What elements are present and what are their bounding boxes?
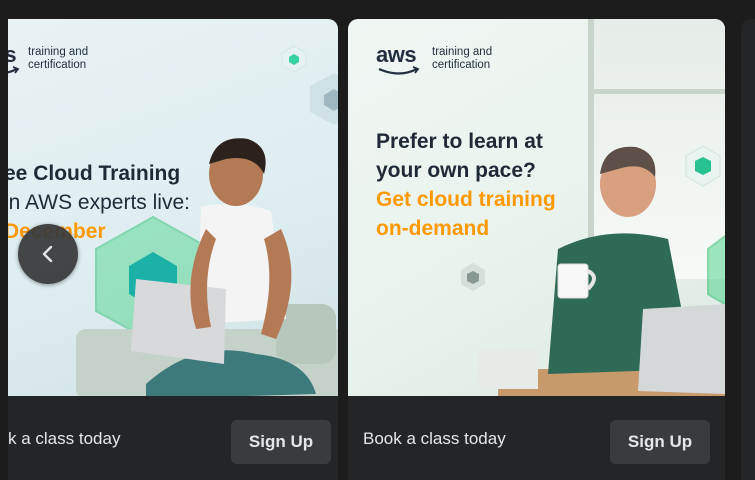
sign-up-button[interactable]: Sign Up — [610, 420, 710, 464]
person-with-laptop-illustration — [76, 138, 338, 396]
logo-tagline-2: certification — [28, 59, 87, 71]
sign-up-button[interactable]: Sign Up — [231, 420, 331, 464]
person-with-coffee-illustration — [478, 146, 725, 396]
card-footer-title: k a class today — [8, 429, 121, 448]
ad-card[interactable] — [741, 19, 755, 480]
carousel-prev-button[interactable] — [18, 224, 78, 284]
ad-card[interactable]: aws training and certification Prefer to… — [348, 19, 725, 480]
aws-logo: aws training and certification — [8, 44, 88, 78]
logo-tagline-2: certification — [432, 59, 491, 71]
ad-image[interactable]: aws training and certification — [8, 19, 338, 396]
window-frame — [588, 89, 725, 94]
ad-carousel: aws training and certification — [8, 0, 755, 480]
aws-logo: aws training and certification — [376, 44, 492, 78]
hexagon-icon — [310, 73, 338, 125]
card-footer-title: Book a class today — [363, 429, 506, 448]
ad-image[interactable]: aws training and certification Prefer to… — [348, 19, 725, 396]
aws-logo-word: aws — [376, 42, 417, 67]
logo-tagline-1: training and — [432, 46, 493, 58]
chevron-left-icon — [42, 245, 53, 263]
logo-tagline-1: training and — [28, 46, 89, 58]
aws-logo-word: aws — [8, 42, 17, 67]
aws-smile-icon — [378, 66, 420, 75]
aws-smile-icon — [8, 66, 20, 74]
